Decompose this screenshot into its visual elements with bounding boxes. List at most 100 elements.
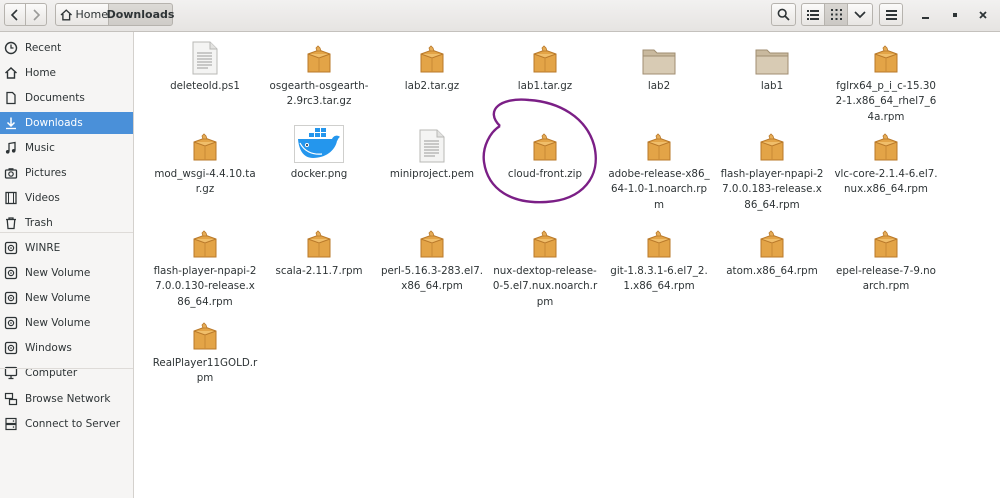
file-item[interactable]: lab2 [604,38,714,94]
list-view-icon [807,9,819,20]
sidebar-item-new-volume[interactable]: New Volume [0,312,133,334]
file-item[interactable]: miniproject.pem [377,126,487,182]
file-name: vlc-core-2.1.4-6.el7.nux.x86_64.rpm [834,168,938,196]
sidebar-separator [0,368,133,369]
breadcrumb-home-label: Home [75,8,108,21]
sidebar-item-pictures[interactable]: Pictures [0,162,133,184]
sidebar-item-downloads[interactable]: Downloads [0,112,133,134]
sidebar-item-label: Trash [25,217,53,229]
file-name: adobe-release-x86_64-1.0-1.noarch.rpm [608,168,710,211]
archive-package-icon [193,133,217,161]
file-item[interactable]: adobe-release-x86_64-1.0-1.noarch.rpm [604,126,714,213]
sidebar-item-windows[interactable]: Windows [0,337,133,359]
music-icon-wrap [4,141,18,155]
sidebar-item-home[interactable]: Home [0,62,133,84]
sidebar-item-label: New Volume [25,317,91,329]
camera-icon [4,168,18,179]
file-item[interactable]: flash-player-npapi-27.0.0.130-release.x8… [150,223,260,310]
file-item[interactable]: docker.png [264,125,374,182]
trash-icon-wrap [4,216,18,230]
sidebar-item-winre[interactable]: WINRE [0,237,133,259]
file-name: RealPlayer11GOLD.rpm [152,357,258,385]
download-icon-wrap [4,116,18,130]
archive-package-icon [874,230,898,258]
file-item[interactable]: lab1.tar.gz [490,38,600,94]
maximize-button[interactable] [944,5,966,25]
file-item[interactable]: atom.x86_64.rpm [717,223,827,279]
sidebar-item-browse-network[interactable]: Browse Network [0,388,133,410]
file-item[interactable]: epel-release-7-9.noarch.rpm [831,223,941,295]
breadcrumb-downloads[interactable]: Downloads [107,3,174,26]
drive-icon-wrap [4,341,18,355]
server-icon-wrap [4,417,18,431]
file-icon [861,38,911,75]
file-name: lab2.tar.gz [404,80,460,92]
file-icon [180,315,230,352]
file-name: flash-player-npapi-27.0.0.130-release.x8… [153,265,257,308]
sidebar-item-label: Connect to Server [25,418,121,430]
forward-button[interactable] [25,3,47,26]
sidebar-item-label: Videos [25,192,60,204]
file-item[interactable]: perl-5.16.3-283.el7.x86_64.rpm [377,223,487,295]
sidebar-item-label: New Volume [25,292,91,304]
file-item[interactable]: mod_wsgi-4.4.10.tar.gz [150,126,260,198]
sidebar-item-computer[interactable]: Computer [0,362,133,384]
sidebar-item-music[interactable]: Music [0,137,133,159]
file-item[interactable]: scala-2.11.7.rpm [264,223,374,279]
file-item[interactable]: lab1 [717,38,827,94]
file-item[interactable]: cloud-front.zip [490,126,600,182]
sidebar-item-recent[interactable]: Recent [0,37,133,59]
file-item[interactable]: fglrx64_p_i_c-15.302-1.x86_64_rhel7_64a.… [831,38,941,125]
grid-view-button[interactable] [824,3,848,26]
file-name: cloud-front.zip [507,168,583,180]
grid-view-icon [830,9,842,20]
drive-icon-wrap [4,241,18,255]
folder-icon [642,49,676,75]
sidebar-item-videos[interactable]: Videos [0,187,133,209]
file-item[interactable]: deleteold.ps1 [150,38,260,94]
sidebar-item-new-volume[interactable]: New Volume [0,287,133,309]
hamburger-menu-icon [885,9,897,20]
file-icon [634,126,684,163]
sidebar-item-label: Music [25,142,55,154]
sidebar-item-new-volume[interactable]: New Volume [0,262,133,284]
file-item[interactable]: vlc-core-2.1.4-6.el7.nux.x86_64.rpm [831,126,941,198]
file-item[interactable]: lab2.tar.gz [377,38,487,94]
app-menu-button[interactable] [879,3,903,26]
file-icon [634,38,684,75]
sidebar-item-label: Pictures [25,167,67,179]
close-button[interactable] [972,5,994,25]
back-button[interactable] [4,3,26,26]
sidebar-item-documents[interactable]: Documents [0,87,133,109]
file-item[interactable]: nux-dextop-release-0-5.el7.nux.noarch.rp… [490,223,600,310]
view-options-button[interactable] [847,3,873,26]
sidebar-item-label: Home [25,67,57,79]
drive-icon [4,341,18,355]
sidebar-item-label: New Volume [25,267,91,279]
home-icon [5,67,17,79]
music-icon [5,141,16,154]
archive-package-icon [533,230,557,258]
text-file-icon [192,41,218,75]
sidebar-item-label: Windows [25,342,72,354]
minimize-button[interactable] [915,5,937,25]
breadcrumb-home[interactable]: Home [55,3,109,26]
close-icon [979,11,987,19]
sidebar-item-connect-to-server[interactable]: Connect to Server [0,413,133,435]
archive-package-icon [533,133,557,161]
file-item[interactable]: git-1.8.3.1-6.el7_2.1.x86_64.rpm [604,223,714,295]
file-icon [407,126,457,163]
file-item[interactable]: RealPlayer11GOLD.rpm [150,315,260,387]
file-item[interactable]: osgearth-osgearth-2.9rc3.tar.gz [264,38,374,110]
archive-package-icon [874,133,898,161]
sidebar-item-trash[interactable]: Trash [0,212,133,234]
drive-icon [4,291,18,305]
network-icon-wrap [4,392,18,406]
file-item[interactable]: flash-player-npapi-27.0.0.183-release.x8… [717,126,827,213]
file-name: atom.x86_64.rpm [726,265,818,277]
file-icon [520,126,570,163]
search-button[interactable] [771,3,796,26]
list-view-button[interactable] [801,3,825,26]
archive-package-icon [193,230,217,258]
sidebar-item-label: Downloads [25,117,83,129]
